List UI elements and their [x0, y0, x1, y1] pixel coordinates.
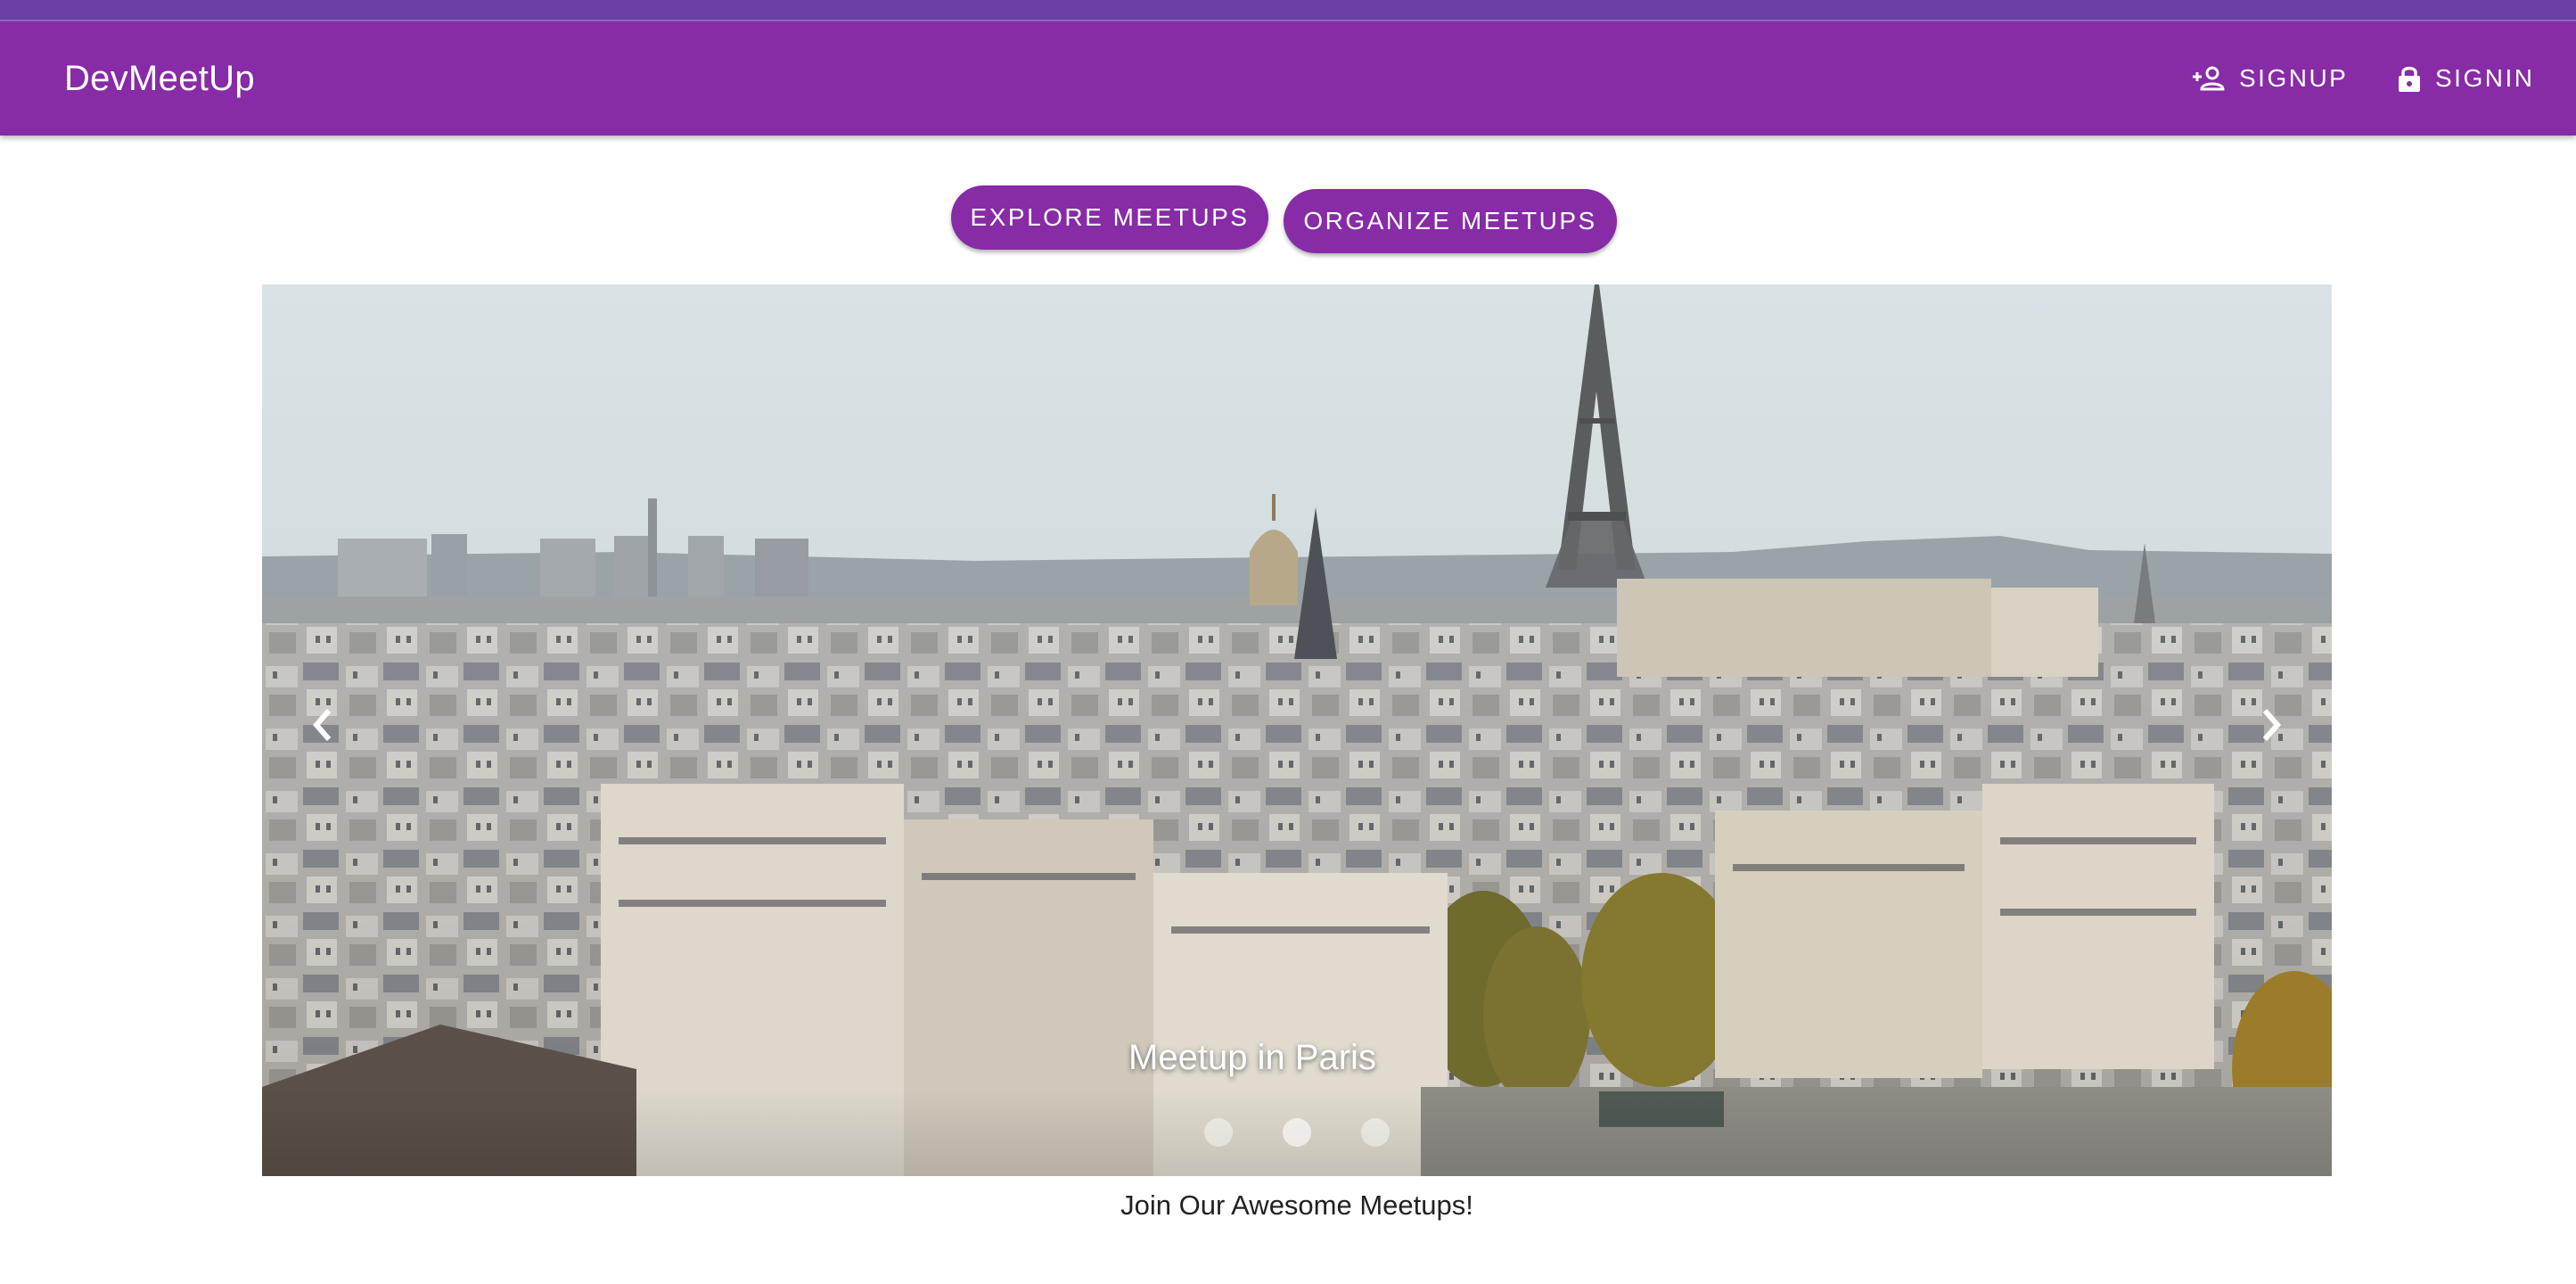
signup-label: SIGNUP — [2239, 64, 2349, 92]
carousel-dot-2[interactable] — [1283, 1118, 1311, 1147]
carousel-prev-button[interactable] — [296, 696, 349, 758]
carousel-next-button[interactable] — [2244, 696, 2298, 758]
chevron-right-icon — [2258, 707, 2285, 747]
explore-meetups-button[interactable]: EXPLORE MEETUPS — [951, 185, 1268, 250]
slide-caption: Meetup in Paris — [1128, 1038, 1376, 1077]
organize-meetups-button[interactable]: ORGANIZE MEETUPS — [1284, 189, 1617, 253]
signin-button[interactable]: SIGNIN — [2396, 57, 2534, 100]
chevron-left-icon — [309, 707, 336, 747]
carousel-dot-3[interactable] — [1361, 1118, 1390, 1147]
top-strip — [0, 0, 2576, 21]
lock-icon — [2396, 63, 2423, 94]
signup-button[interactable]: SIGNUP — [2191, 57, 2348, 100]
tagline: Join Our Awesome Meetups! — [1120, 1189, 1473, 1221]
app-toolbar: DevMeetUp SIGNUP SIGNIN — [0, 21, 2576, 136]
app-title[interactable]: DevMeetUp — [64, 57, 255, 100]
signin-label: SIGNIN — [2435, 64, 2535, 92]
carousel-dot-1[interactable] — [1204, 1118, 1233, 1147]
person-add-icon — [2191, 64, 2227, 93]
